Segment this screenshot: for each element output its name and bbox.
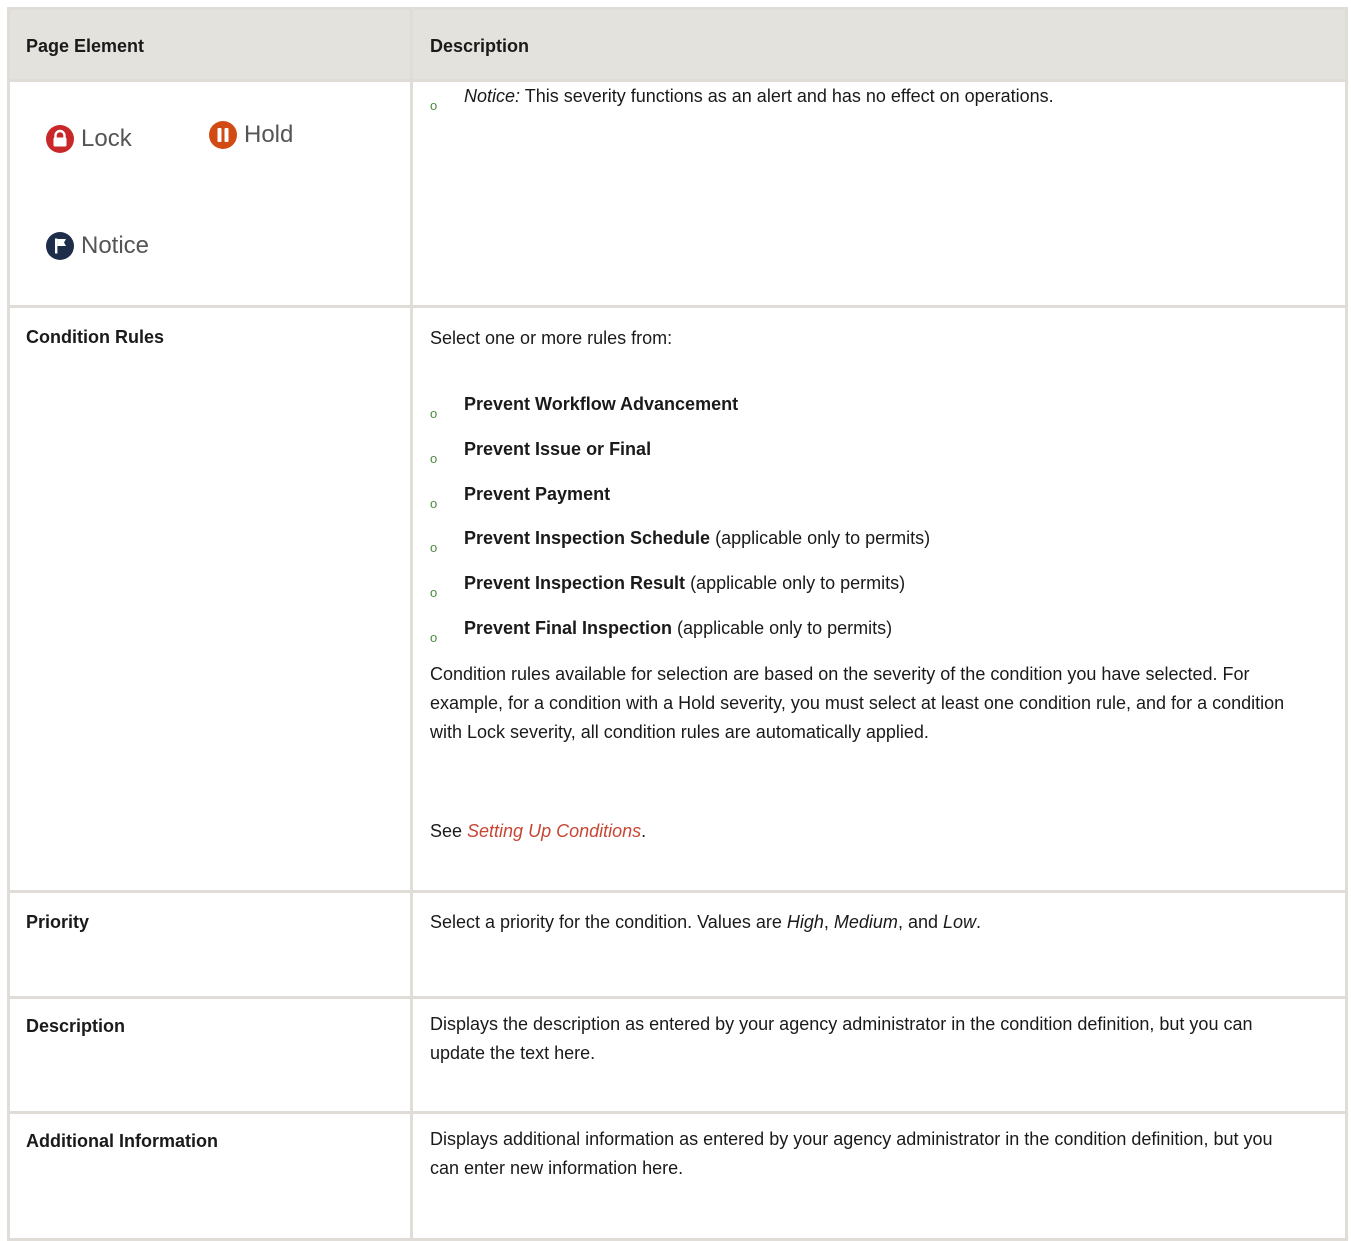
notice-term: Notice: — [464, 86, 521, 106]
bullet-marker: o — [430, 98, 438, 113]
row-label-additional-information: Additional Information — [26, 1131, 218, 1151]
bullet-marker: o — [430, 450, 438, 466]
column-header-page-element: Page Element — [26, 36, 145, 56]
flag-icon — [46, 232, 74, 260]
description-text: Displays the description as entered by y… — [430, 1014, 1253, 1063]
condition-rules-paragraph: Condition rules available for selection … — [430, 664, 1285, 742]
bullet-marker: o — [430, 629, 438, 645]
list-item-rule: o Prevent Inspection Result (applicable o… — [413, 569, 1313, 614]
priority-value-high: High — [786, 912, 824, 932]
bullet-marker: o — [430, 495, 438, 511]
list-item-rule: o Prevent Workflow Advancement — [413, 390, 1313, 435]
priority-value-low: Low — [942, 912, 977, 932]
list-item-notice: o Notice: This severity functions as an … — [413, 82, 1351, 127]
bullet-marker: o — [430, 585, 438, 601]
severity-label-notice: Notice — [81, 232, 150, 259]
bullet-marker: o — [430, 406, 438, 421]
list-item-rule: o Prevent Final Inspection (applicable on… — [413, 614, 1313, 659]
row-label-description: Description — [26, 1016, 126, 1036]
table-row-severity: Lock Hold Notice o Notice: This severity… — [7, 82, 1348, 308]
column-header-description: Description — [430, 36, 530, 56]
lock-icon — [46, 125, 74, 153]
table-row-description: Description Displays the description as … — [7, 996, 1348, 1114]
condition-rules-intro: Select one or more rules from: — [430, 328, 673, 348]
setting-up-conditions-link[interactable]: Setting Up Conditions — [467, 821, 641, 841]
list-item-rule: o Prevent Inspection Schedule (applicable… — [413, 524, 1313, 569]
condition-rules-list: o Prevent Workflow Advancement o Prevent I… — [413, 390, 1313, 659]
table-row-additional-information: Additional Information Displays addition… — [7, 1111, 1348, 1241]
list-item-rule: o Prevent Payment — [413, 480, 1313, 525]
additional-information-text: Displays additional information as enter… — [430, 1129, 1273, 1178]
priority-description: Select a priority for the condition. Val… — [430, 912, 982, 932]
priority-value-medium: Medium — [833, 912, 898, 932]
table-row-condition-rules: Condition Rules Select one or more rules… — [7, 305, 1348, 893]
severity-label-hold: Hold — [244, 121, 294, 148]
bullet-marker: o — [430, 540, 438, 556]
row-label-priority: Priority — [26, 912, 90, 932]
see-also: See Setting Up Conditions. — [430, 821, 647, 841]
pause-icon — [209, 121, 237, 149]
severity-hold: Hold — [208, 120, 293, 150]
severity-notice: Notice — [45, 231, 149, 261]
row-label-condition-rules: Condition Rules — [26, 327, 164, 347]
table-row-priority: Priority Select a priority for the condi… — [7, 890, 1348, 999]
list-item-rule: o Prevent Issue or Final — [413, 435, 1313, 480]
notice-text: This severity functions as an alert and … — [520, 86, 1054, 106]
severity-label-lock: Lock — [81, 125, 132, 152]
table-header-row: Page Element Description — [7, 7, 1348, 82]
severity-lock: Lock — [45, 124, 132, 154]
